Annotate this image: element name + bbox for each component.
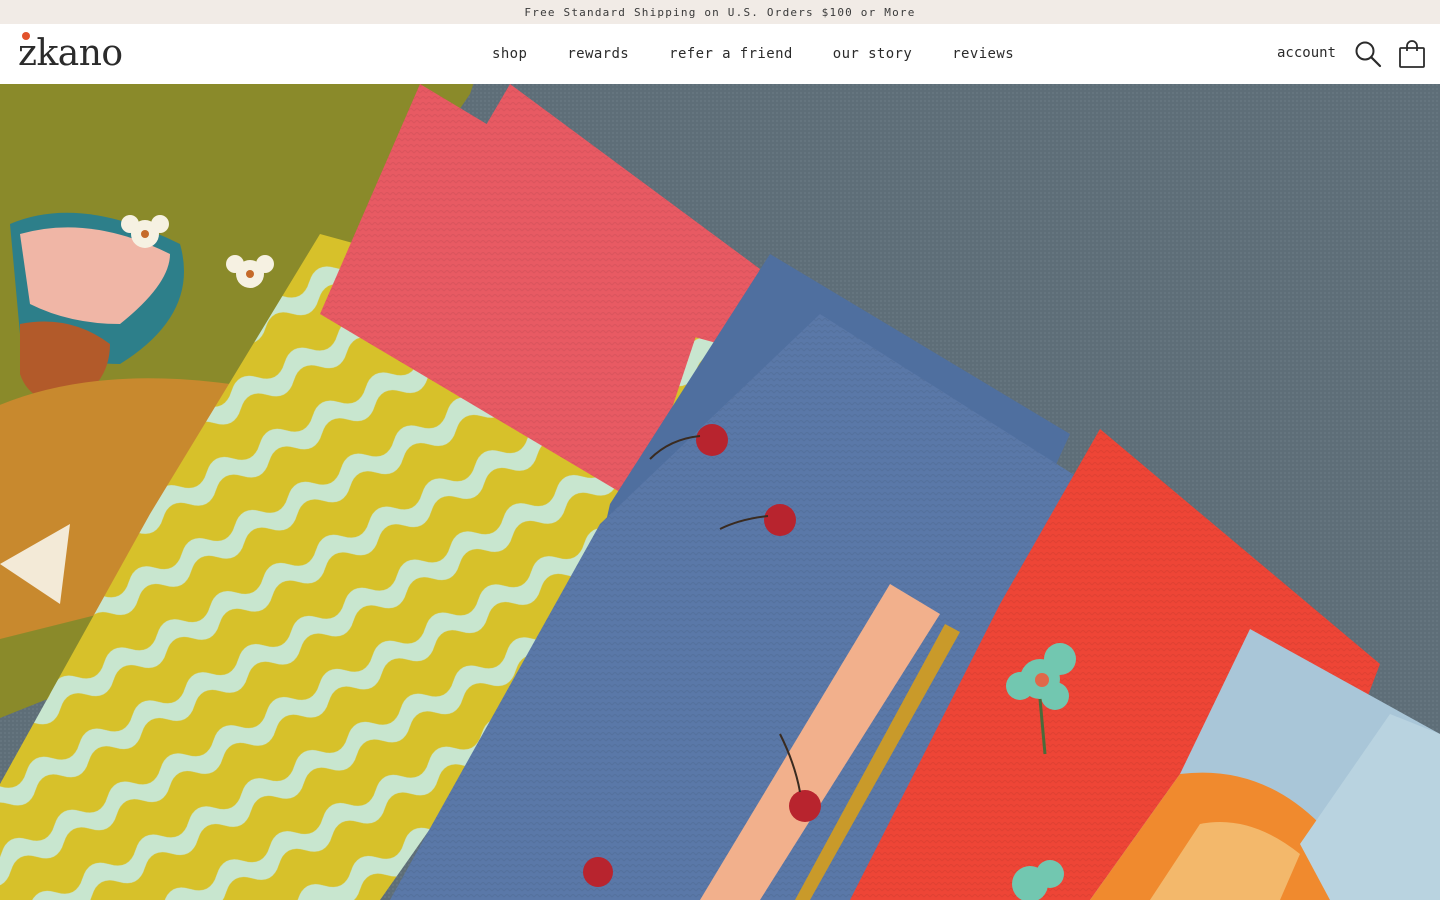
logo-wordmark: zkano	[18, 33, 123, 74]
announcement-bar: Free Standard Shipping on U.S. Orders $1…	[0, 0, 1440, 24]
nav-item-our-story[interactable]: our story	[833, 46, 912, 62]
shopping-bag-icon[interactable]	[1398, 39, 1426, 69]
header-actions: account	[1277, 24, 1426, 84]
search-icon[interactable]	[1354, 40, 1382, 68]
account-link[interactable]: account	[1277, 45, 1336, 61]
main-nav: shop rewards refer a friend our story re…	[492, 24, 1054, 84]
nav-item-rewards[interactable]: rewards	[567, 46, 629, 62]
logo-dot	[22, 32, 30, 40]
nav-item-shop[interactable]: shop	[492, 46, 527, 62]
brand-logo[interactable]: zkano	[18, 32, 123, 74]
hero-image	[0, 84, 1440, 900]
announcement-text: Free Standard Shipping on U.S. Orders $1…	[524, 5, 916, 19]
site-header: zkano shop rewards refer a friend our st…	[0, 24, 1440, 84]
nav-item-refer-a-friend[interactable]: refer a friend	[669, 46, 793, 62]
nav-item-reviews[interactable]: reviews	[952, 46, 1014, 62]
socks-illustration	[0, 84, 1440, 900]
